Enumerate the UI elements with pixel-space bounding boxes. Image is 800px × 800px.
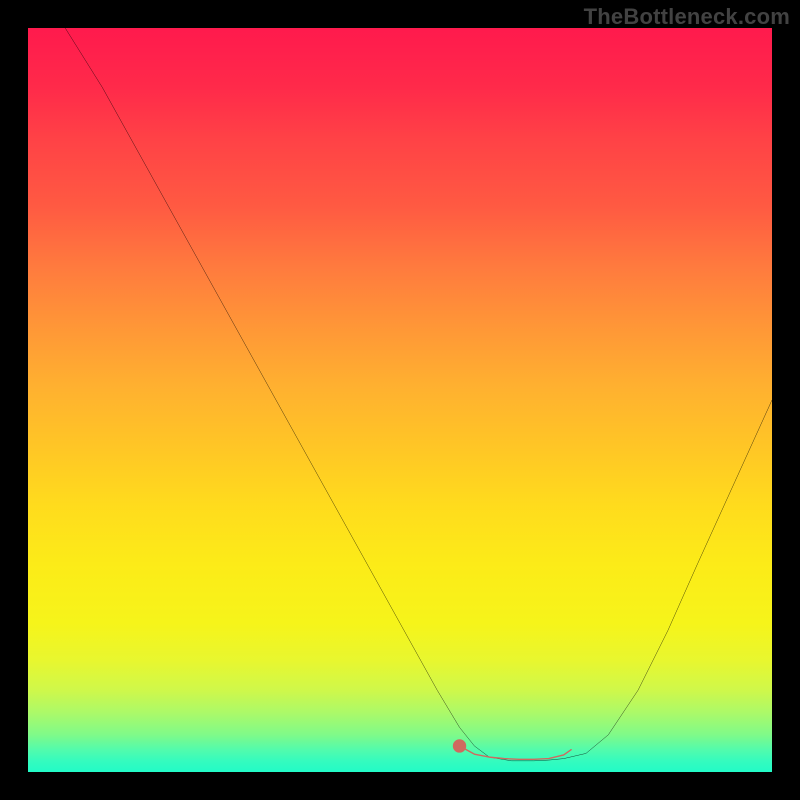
watermark-text: TheBottleneck.com — [584, 4, 790, 30]
curve-layer — [28, 28, 772, 772]
bottleneck-curve — [65, 28, 772, 761]
plot-area — [28, 28, 772, 772]
optimal-range-line — [460, 746, 572, 759]
optimal-start-dot — [453, 739, 466, 752]
chart-frame: TheBottleneck.com — [0, 0, 800, 800]
